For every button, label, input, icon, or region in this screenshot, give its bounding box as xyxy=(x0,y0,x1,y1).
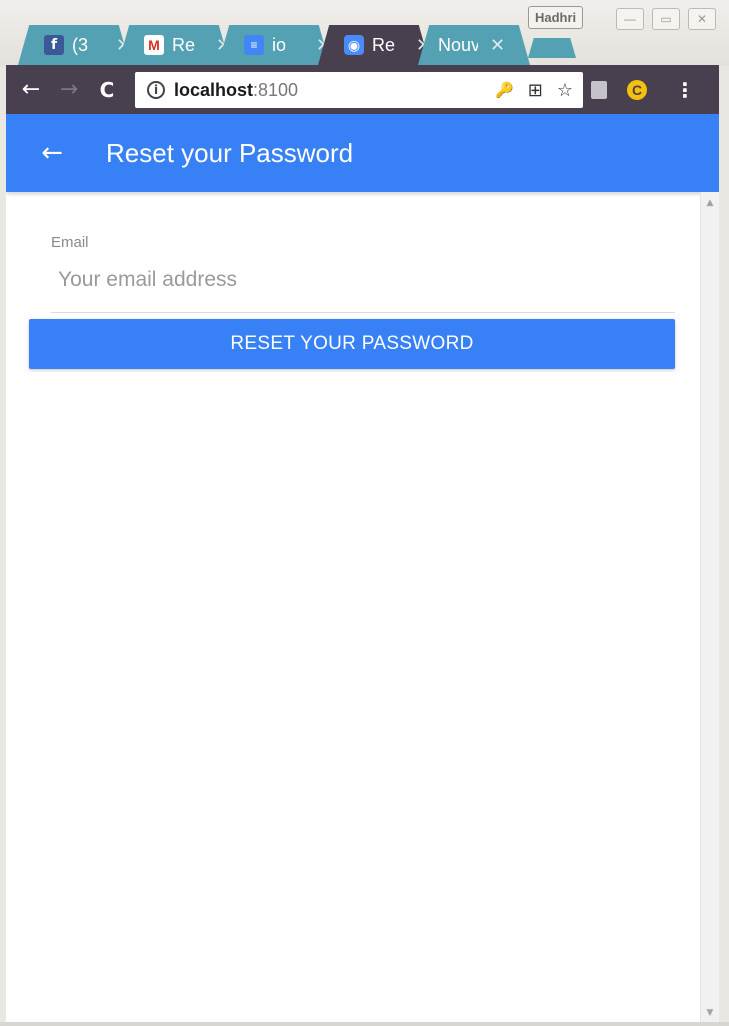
ionic-icon: ◉ xyxy=(344,35,364,55)
email-label: Email xyxy=(51,234,89,251)
info-icon[interactable]: i xyxy=(147,81,165,99)
key-icon[interactable]: 🔑 xyxy=(495,81,514,99)
minimize-icon[interactable]: — xyxy=(616,8,644,30)
maximize-icon[interactable]: ▭ xyxy=(652,8,680,30)
tab-new[interactable]: Nouv ✕ xyxy=(418,25,530,65)
tab-title: Re xyxy=(172,34,196,55)
browser-toolbar: ← → C i localhost:8100 🔑 ⊞ ☆ C ⋮ xyxy=(6,65,719,114)
back-arrow-icon[interactable]: ← xyxy=(32,133,72,173)
email-field[interactable] xyxy=(51,262,675,298)
scroll-up-icon[interactable]: ▲ xyxy=(701,198,719,208)
bookmark-star-icon[interactable]: ☆ xyxy=(557,80,573,101)
reset-password-button[interactable]: RESET YOUR PASSWORD xyxy=(29,319,675,369)
extension-c-icon[interactable]: C xyxy=(627,79,647,100)
tab-docs[interactable]: ≡ io ✕ xyxy=(218,25,331,65)
back-arrow-icon[interactable]: ← xyxy=(12,77,50,102)
close-icon[interactable]: ✕ xyxy=(490,35,505,56)
url-port: :8100 xyxy=(253,79,299,100)
profile-button[interactable]: Hadhri xyxy=(528,6,584,29)
page-content: Email RESET YOUR PASSWORD xyxy=(6,192,706,1022)
document-extension-icon[interactable] xyxy=(591,80,607,99)
docs-icon: ≡ xyxy=(244,35,264,55)
browser-window: f (3 ✕ M Re ✕ ≡ io ✕ ◉ Re ✕ Nouv ✕ Hadhr… xyxy=(0,0,729,1026)
window-bottom-border xyxy=(0,1022,729,1026)
translate-icon[interactable]: ⊞ xyxy=(528,80,543,101)
scrollbar[interactable]: ▲ ▼ xyxy=(700,192,719,1022)
facebook-icon: f xyxy=(44,35,64,55)
tab-reset-password[interactable]: ◉ Re ✕ xyxy=(318,25,431,65)
scroll-down-icon[interactable]: ▼ xyxy=(701,1008,719,1018)
new-tab-button[interactable] xyxy=(528,38,576,58)
address-bar[interactable]: i localhost:8100 🔑 ⊞ ☆ xyxy=(135,72,583,108)
tab-facebook[interactable]: f (3 ✕ xyxy=(18,25,131,65)
app-header: ← Reset your Password xyxy=(6,114,719,192)
tab-strip: f (3 ✕ M Re ✕ ≡ io ✕ ◉ Re ✕ Nouv ✕ Hadhr… xyxy=(0,0,729,66)
tab-title: (3 xyxy=(72,34,89,55)
page-title: Reset your Password xyxy=(106,137,354,168)
tab-title: io xyxy=(272,34,287,55)
page-viewport: ← Reset your Password Email RESET YOUR P… xyxy=(6,114,719,1022)
email-underline xyxy=(51,312,675,313)
url-host: localhost xyxy=(174,79,254,100)
tab-title: Nouv xyxy=(438,34,478,55)
menu-icon[interactable]: ⋮ xyxy=(675,78,695,102)
forward-arrow-icon[interactable]: → xyxy=(50,77,88,102)
tab-gmail[interactable]: M Re ✕ xyxy=(118,25,231,65)
tab-title: Re xyxy=(372,34,396,55)
gmail-icon: M xyxy=(144,35,164,55)
reload-icon[interactable]: C xyxy=(88,78,126,102)
close-window-icon[interactable]: ✕ xyxy=(688,8,716,30)
